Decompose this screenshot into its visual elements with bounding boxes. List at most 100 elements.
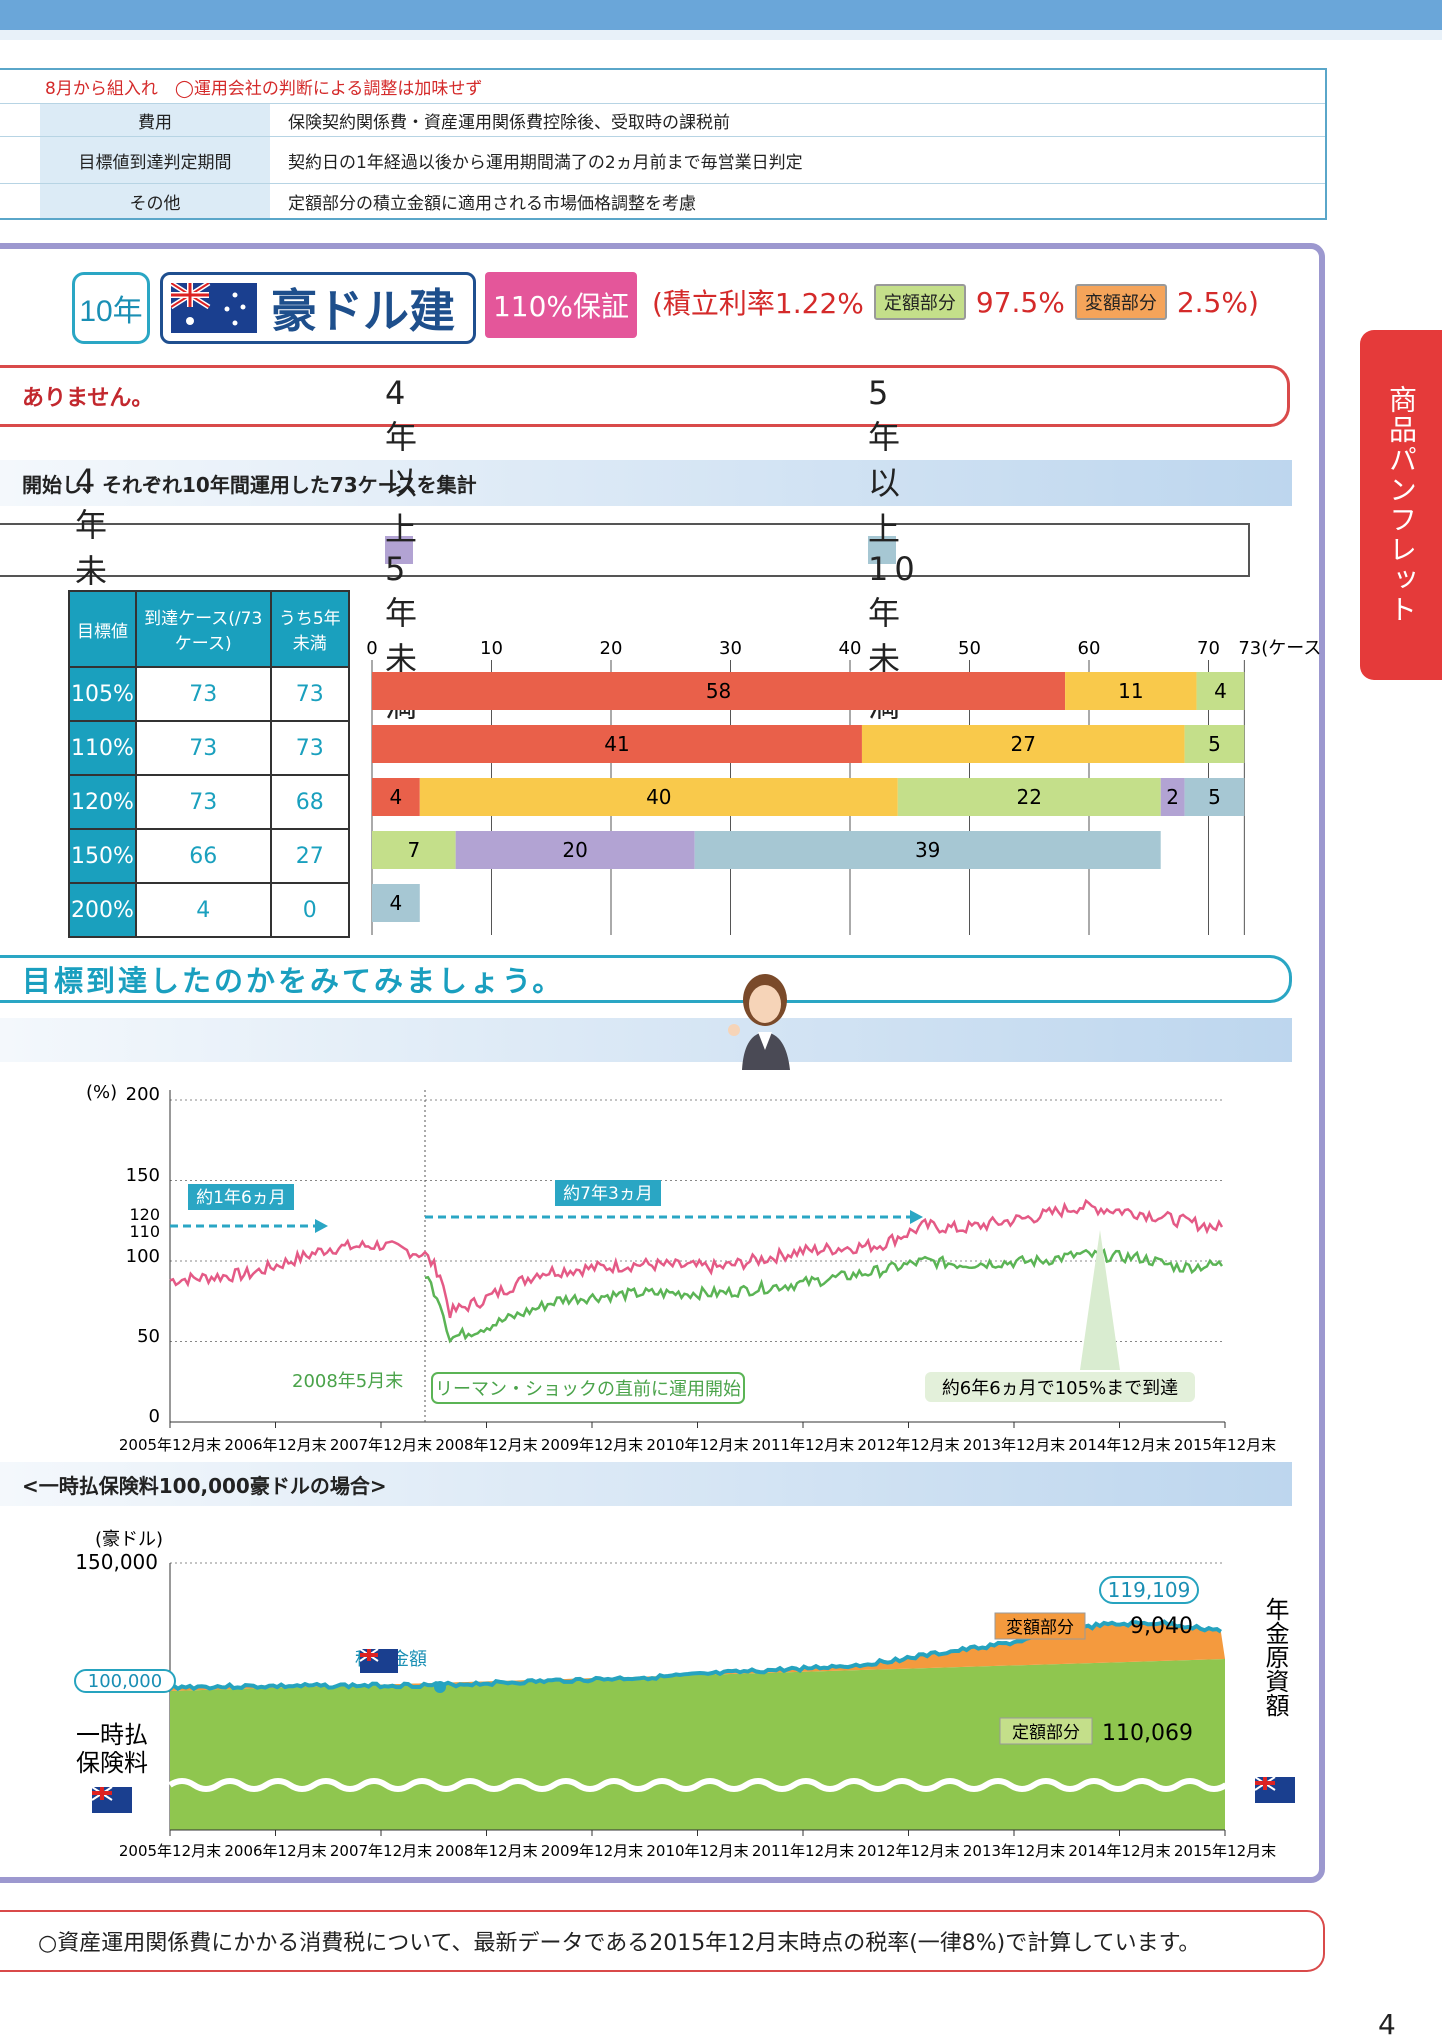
tick-label: 60	[1078, 638, 1101, 659]
info-row: その他 定額部分の積立金額に適用される市場価格調整を考慮	[0, 183, 1325, 218]
rate-text: (積立利率1.22%	[652, 287, 864, 320]
section-band-cases: 開始し、それぞれ10年間運用した73ケースを集計	[0, 460, 1292, 506]
cell-target: 120%	[68, 774, 137, 830]
info-note: 8月から組入れ ◯運用会社の判断による調整は加味せず	[45, 79, 483, 99]
series-line-target	[169, 1198, 1224, 1319]
guide-woman-icon	[728, 974, 790, 1070]
bar-value: 40	[646, 785, 671, 809]
fixed-badge: 定額部分	[873, 284, 966, 320]
total-value: 119,109	[1108, 1578, 1191, 1602]
ytick: 100	[126, 1246, 160, 1267]
target-table: 目標値 到達ケース(/73ケース) うち5年未満 105% 73 73 110% 73…	[68, 590, 350, 938]
bar-value: 11	[1118, 679, 1143, 703]
area-ylabel: (豪ドル)	[95, 1529, 163, 1550]
x-tick-label: 2007年12月末	[330, 1842, 432, 1860]
start-marker	[434, 1681, 446, 1693]
cell-under5: 0	[269, 882, 350, 938]
australia-flag-icon	[1254, 1776, 1295, 1803]
australia-flag-icon	[91, 1786, 132, 1813]
bar-value: 7	[407, 838, 420, 862]
tick-label: 40	[839, 638, 862, 659]
cell-under5: 73	[269, 720, 350, 776]
x-tick-label: 2011年12月末	[752, 1436, 854, 1454]
x-tick-label: 2015年12月末	[1174, 1436, 1276, 1454]
legend-item-4to5: 4年以上5年未満	[385, 374, 424, 724]
bar-value: 4	[390, 785, 403, 809]
australia-flag-icon	[169, 280, 257, 333]
info-table: 8月から組入れ ◯運用会社の判断による調整は加味せず 費用 保険契約関係費・資産…	[0, 68, 1327, 220]
section-band-blank	[0, 1018, 1292, 1062]
ytick: 50	[137, 1326, 160, 1347]
bar-value: 20	[562, 838, 587, 862]
cell-under5: 68	[269, 774, 350, 830]
bar-value: 4	[390, 891, 403, 915]
info-row: 目標値到達判定期間 契約日の1年経過以後から運用期間満了の2ヵ月前まで毎営業日判…	[0, 136, 1325, 183]
x-tick-label: 2013年12月末	[963, 1436, 1065, 1454]
fixed-value: 97.5%	[975, 285, 1065, 319]
page-number: 4	[1378, 2008, 1396, 2041]
tick-label: 0	[366, 638, 377, 659]
performance-line-chart: (%) 200 150 120 110 100 50 0 2005年12月末 20…	[86, 1082, 1276, 1454]
annotation-7y3m: 約7年3ヵ月	[563, 1184, 653, 1204]
x-tick-label: 2005年12月末	[119, 1842, 221, 1860]
table-row: 120% 73 68	[68, 774, 350, 830]
side-tab[interactable]: 商品パンフレット	[1360, 330, 1442, 680]
x-tick-label: 2009年12月末	[541, 1842, 643, 1860]
annotation-1y6m: 約1年6ヵ月	[196, 1188, 286, 1208]
info-value: 保険契約関係費・資産運用関係費控除後、受取時の課税前	[288, 112, 730, 133]
cell-under5: 27	[269, 828, 350, 884]
table-row: 150% 66 27	[68, 828, 350, 884]
speech-bubble: 目標到達したのかをみてみましょう。	[0, 955, 1292, 1003]
start-label: 2008年5月末	[292, 1371, 403, 1392]
value-area-chart: (豪ドル) 150,000 100,000 積立金額 119,109 変額部分 …	[74, 1529, 1295, 1860]
bar-value: 41	[604, 732, 629, 756]
x-tick-label: 2007年12月末	[330, 1436, 432, 1454]
x-tick-label: 2006年12月末	[224, 1842, 326, 1860]
cell-under5: 73	[269, 666, 350, 722]
ylabel: (%)	[86, 1082, 117, 1103]
left-label-2: 保険料	[76, 1749, 148, 1777]
cell-reached: 4	[134, 882, 272, 938]
x-tick-label: 2010年12月末	[646, 1436, 748, 1454]
legend-item-5to10: 5年以上10年未満	[868, 374, 921, 724]
area-ytick: 150,000	[75, 1550, 158, 1574]
currency-label: 豪ドル建	[271, 284, 455, 338]
info-key: その他	[40, 184, 270, 218]
fixed-value: 110,069	[1102, 1721, 1193, 1746]
x-tick-label: 2005年12月末	[119, 1436, 221, 1454]
header-under5: うち5年未満	[269, 590, 350, 668]
x-tick-label: 2008年12月末	[435, 1436, 537, 1454]
years-badge: 10年	[72, 272, 150, 344]
variable-badge: 変額部分	[1074, 284, 1167, 320]
x-tick-label: 2015年12月末	[1174, 1842, 1276, 1860]
bar-value: 58	[706, 679, 731, 703]
right-label: 年金原資額	[1261, 1597, 1289, 1717]
table-row: 200% 4 0	[68, 882, 350, 938]
info-key: 費用	[40, 104, 270, 136]
tick-label: 73(ケース)	[1238, 638, 1320, 659]
variable-value: 9,040	[1130, 1614, 1193, 1639]
top-color-bar	[0, 0, 1442, 30]
info-row: 費用 保険契約関係費・資産運用関係費控除後、受取時の課税前	[0, 103, 1325, 136]
variable-label: 変額部分	[1006, 1618, 1074, 1638]
guarantee-badge: 110%保証	[485, 272, 637, 338]
legend: 4年未満 4年以上5年未満 5年以上10年未満	[0, 374, 1250, 724]
ytick: 200	[126, 1084, 160, 1105]
lehman-label: リーマン・ショックの直前に運用開始	[435, 1379, 741, 1400]
x-tick-label: 2008年12月末	[435, 1842, 537, 1860]
cell-reached: 73	[134, 720, 272, 776]
tick-label: 50	[958, 638, 981, 659]
left-label-1: 一時払	[76, 1721, 148, 1749]
cell-target: 105%	[68, 666, 137, 722]
bar-value: 27	[1011, 732, 1036, 756]
table-row: 105% 73 73	[68, 666, 350, 722]
cell-reached: 73	[134, 666, 272, 722]
section-band-example: <一時払保険料100,000豪ドルの場合>	[0, 1462, 1292, 1506]
ytick: 0	[149, 1406, 160, 1427]
info-value: 定額部分の積立金額に適用される市場価格調整を考慮	[288, 193, 696, 214]
ytick: 110	[129, 1222, 160, 1241]
x-tick-label: 2009年12月末	[541, 1436, 643, 1454]
x-tick-label: 2012年12月末	[857, 1436, 959, 1454]
arrow-head	[315, 1219, 328, 1233]
bar-value: 4	[1214, 679, 1227, 703]
